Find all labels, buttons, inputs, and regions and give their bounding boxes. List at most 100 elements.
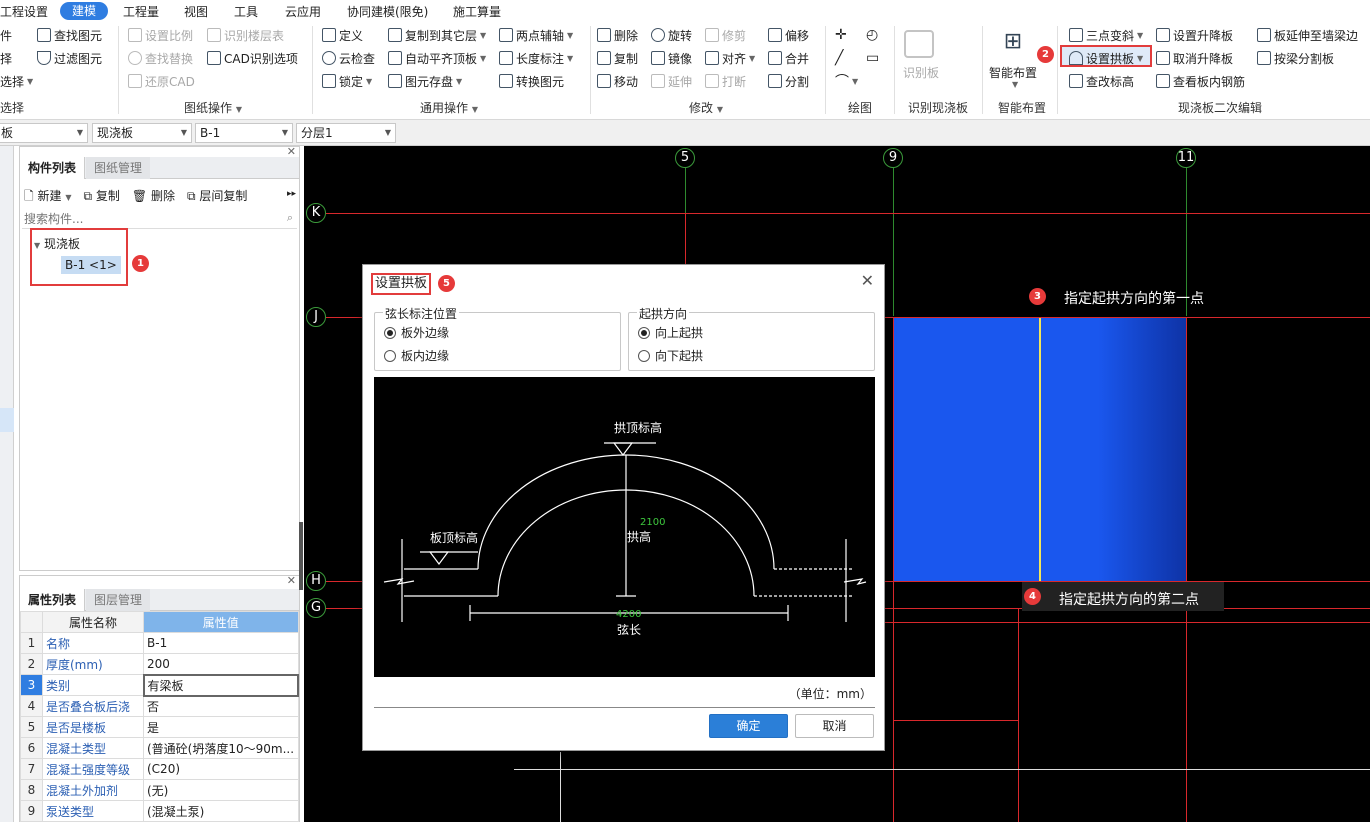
table-row[interactable]: 9 泵送类型 (混凝土泵) bbox=[20, 800, 299, 822]
table-row[interactable]: 4 是否叠合板后浇否 bbox=[20, 695, 299, 717]
line-draw-icon[interactable]: ╱ bbox=[835, 49, 843, 67]
align-button[interactable]: 对齐 ▼ bbox=[705, 49, 755, 67]
split-button[interactable]: 分割 bbox=[768, 72, 809, 90]
chord-inner-radio[interactable]: 板内边缘 bbox=[384, 347, 449, 364]
property-value[interactable]: 否 bbox=[143, 695, 299, 717]
smart-group: 智能布置 bbox=[998, 101, 1047, 115]
property-value[interactable]: 有梁板 bbox=[142, 673, 299, 697]
table-row[interactable]: 5 是否是楼板是 bbox=[20, 716, 299, 738]
component-select[interactable]: B-1 ▼ bbox=[195, 123, 293, 143]
menu-collab[interactable]: 协同建模(限免) bbox=[347, 3, 428, 20]
move-button[interactable]: 移动 bbox=[597, 72, 638, 90]
tab-drawing-manage[interactable]: 图纸管理 bbox=[86, 157, 151, 179]
table-row[interactable]: 2 厚度(mm) 200 bbox=[20, 653, 299, 675]
panel-splitter[interactable] bbox=[299, 522, 303, 590]
ribbon-left-3[interactable]: 选择 ▼ bbox=[0, 72, 33, 90]
extend-slab-button[interactable]: 板延伸至墙梁边 bbox=[1257, 26, 1358, 44]
left-collapsed-strip[interactable] bbox=[0, 146, 14, 822]
menu-quantity[interactable]: 工程量 bbox=[123, 3, 159, 20]
smart-layout-button[interactable]: 智能布置 bbox=[989, 64, 1037, 81]
table-row[interactable]: 8 混凝土外加剂 (无) bbox=[20, 779, 299, 801]
ribbon-left-1[interactable]: 件 bbox=[0, 26, 12, 44]
arc-draw-icon[interactable]: ⌒ ▼ bbox=[835, 72, 858, 90]
floor-copy-button[interactable]: ⧉ 层间复制 bbox=[187, 187, 247, 208]
table-row[interactable]: 3 类别 有梁板 bbox=[20, 673, 299, 697]
element-type-select[interactable]: 现浇板 ▼ bbox=[92, 123, 192, 143]
table-row[interactable]: 6 混凝土类型 (普通砼(坍落度10～90m... bbox=[20, 737, 299, 759]
arch-down-radio[interactable]: 向下起拱 bbox=[638, 347, 703, 364]
find-element-button[interactable]: 查找图元 bbox=[37, 26, 102, 44]
point-draw-icon[interactable]: ✛ bbox=[835, 26, 847, 44]
cloud-check-button[interactable]: 云检查 bbox=[322, 49, 375, 67]
tree-item-b1[interactable]: B-1 <1> bbox=[61, 256, 121, 274]
set-raise-lower-button[interactable]: 设置升降板 bbox=[1156, 26, 1233, 44]
copy-to-other-floor-button[interactable]: 复制到其它层 ▼ bbox=[388, 26, 486, 44]
property-value[interactable]: B-1 bbox=[143, 632, 299, 654]
more-icon[interactable]: ▸▸ bbox=[287, 189, 296, 199]
rotate-button[interactable]: 旋转 bbox=[651, 26, 692, 44]
convert-element-button[interactable]: 转换图元 bbox=[499, 72, 564, 90]
left-strip-selected[interactable] bbox=[0, 408, 14, 432]
restore-cad-button[interactable]: 还原CAD bbox=[128, 72, 195, 90]
component-search-input[interactable] bbox=[22, 209, 297, 229]
property-value[interactable]: (C20) bbox=[143, 758, 299, 780]
type-select[interactable]: 板 ▼ bbox=[0, 123, 88, 143]
menu-construction[interactable]: 施工算量 bbox=[453, 3, 501, 20]
set-scale-button[interactable]: 设置比例 bbox=[128, 26, 193, 44]
layer-select[interactable]: 分层1 ▼ bbox=[296, 123, 396, 143]
arch-up-radio[interactable]: 向上起拱 bbox=[638, 324, 703, 341]
offset-button[interactable]: 偏移 bbox=[768, 26, 809, 44]
property-value[interactable]: (普通砼(坍落度10～90m... bbox=[143, 737, 299, 759]
property-value[interactable]: 是 bbox=[143, 716, 299, 738]
three-point-slope-button[interactable]: 三点变斜 ▼ bbox=[1069, 26, 1143, 44]
set-arch-slab-button[interactable]: 设置拱板 ▼ bbox=[1069, 49, 1143, 67]
delete-button[interactable]: 删除 bbox=[597, 26, 638, 44]
delete-component-button[interactable]: 🗑 删除 bbox=[132, 187, 175, 208]
property-value[interactable]: 200 bbox=[143, 653, 299, 675]
trim-button[interactable]: 修剪 bbox=[705, 26, 746, 44]
ok-button[interactable]: 确定 bbox=[709, 714, 788, 738]
copy-component-button[interactable]: ⧉ 复制 bbox=[83, 187, 119, 208]
lock-button[interactable]: 锁定 ▼ bbox=[322, 72, 372, 90]
chord-outer-radio[interactable]: 板外边缘 bbox=[384, 324, 449, 341]
length-dimension-button[interactable]: 长度标注 ▼ bbox=[499, 49, 573, 67]
menu-tools[interactable]: 工具 bbox=[234, 3, 258, 20]
new-button[interactable]: 🗋 新建 ▼ bbox=[24, 187, 71, 208]
tree-parent-cast-slab[interactable]: ▼ 现浇板 bbox=[34, 235, 80, 252]
auto-align-top-button[interactable]: 自动平齐顶板 ▼ bbox=[388, 49, 486, 67]
property-value[interactable]: (混凝土泵) bbox=[143, 800, 299, 822]
two-point-axis-button[interactable]: 两点辅轴 ▼ bbox=[499, 26, 573, 44]
menu-project-settings[interactable]: 工程设置 bbox=[0, 3, 48, 20]
table-row[interactable]: 7 混凝土强度等级 (C20) bbox=[20, 758, 299, 780]
cancel-raise-lower-button[interactable]: 取消升降板 bbox=[1156, 49, 1233, 67]
cad-options-button[interactable]: CAD识别选项 bbox=[207, 49, 298, 67]
mirror-button[interactable]: 镜像 bbox=[651, 49, 692, 67]
edit-elevation-button[interactable]: 查改标高 bbox=[1069, 72, 1134, 90]
property-value[interactable]: (无) bbox=[143, 779, 299, 801]
tab-layer-manage[interactable]: 图层管理 bbox=[86, 589, 151, 611]
tab-component-list[interactable]: 构件列表 bbox=[20, 157, 86, 179]
rect-draw-icon[interactable]: ▭ bbox=[866, 49, 879, 67]
copy-button[interactable]: 复制 bbox=[597, 49, 638, 67]
find-replace-button[interactable]: 查找替换 bbox=[128, 49, 193, 67]
circle-draw-icon[interactable]: ◴ bbox=[866, 26, 878, 44]
extend-button[interactable]: 延伸 bbox=[651, 72, 692, 90]
table-row[interactable]: 1 名称 B-1 bbox=[20, 632, 299, 654]
menu-view[interactable]: 视图 bbox=[184, 3, 208, 20]
menu-cloud[interactable]: 云应用 bbox=[285, 3, 321, 20]
ribbon-left-2[interactable]: 择 bbox=[0, 49, 12, 67]
tab-property-list[interactable]: 属性列表 bbox=[20, 589, 86, 611]
identify-slab-button[interactable]: 识别板 bbox=[903, 64, 939, 81]
menu-modeling[interactable]: 建模 bbox=[60, 2, 109, 20]
merge-button[interactable]: 合并 bbox=[768, 49, 809, 67]
filter-element-button[interactable]: 过滤图元 bbox=[37, 49, 102, 67]
close-icon[interactable]: ✕ bbox=[287, 574, 296, 587]
cancel-button[interactable]: 取消 bbox=[795, 714, 874, 738]
break-button[interactable]: 打断 bbox=[705, 72, 746, 90]
view-slab-rebar-button[interactable]: 查看板内钢筋 bbox=[1156, 72, 1245, 90]
define-button[interactable]: 定义 bbox=[322, 26, 363, 44]
close-icon[interactable]: ✕ bbox=[861, 271, 874, 290]
save-element-button[interactable]: 图元存盘 ▼ bbox=[388, 72, 462, 90]
split-by-beam-button[interactable]: 按梁分割板 bbox=[1257, 49, 1334, 67]
identify-floor-table-button[interactable]: 识别楼层表 bbox=[207, 26, 284, 44]
